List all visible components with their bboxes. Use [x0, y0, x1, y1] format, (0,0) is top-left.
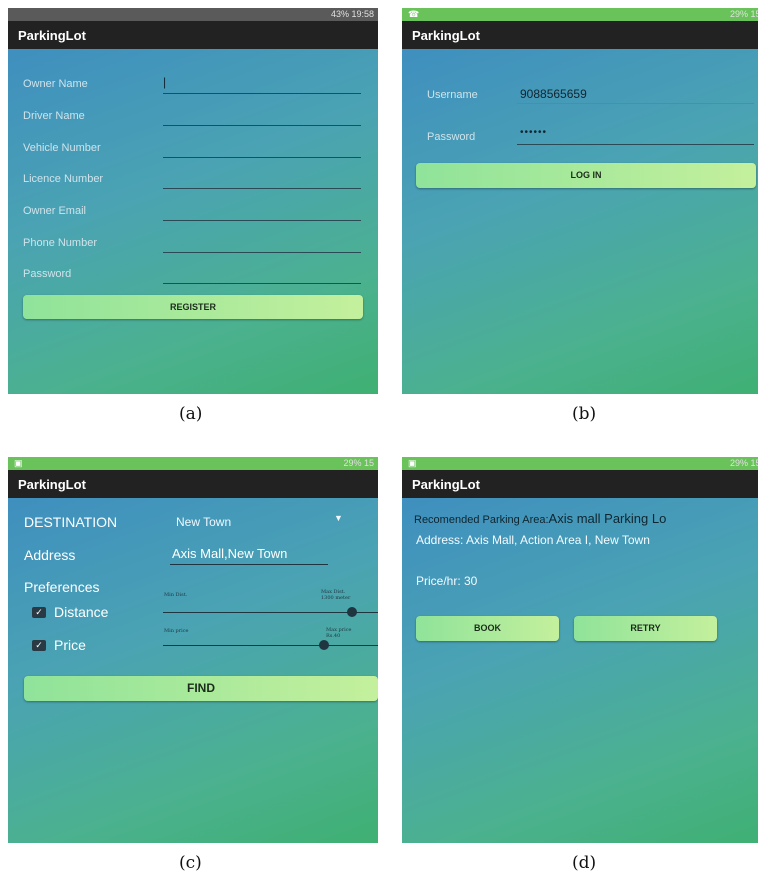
dropdown-arrow-icon[interactable]: ▼ — [334, 513, 343, 523]
max-dist-value: 1300 meter — [321, 595, 351, 601]
address-label: Address — [24, 547, 76, 563]
register-form: Owner Name | Driver Name Vehicle Number … — [8, 49, 378, 394]
address-text: Address: Axis Mall, Action Area I, New T… — [416, 533, 650, 547]
register-button[interactable]: REGISTER — [23, 295, 363, 319]
password-label: Password — [427, 131, 476, 143]
password-field[interactable]: •••••• — [520, 127, 547, 138]
destination-label: DESTINATION — [24, 514, 118, 530]
licence-number-field[interactable] — [163, 188, 361, 189]
status-bar: ▣ 29% 15:5 — [402, 457, 758, 470]
app-bar: ParkingLot — [8, 470, 378, 498]
price-checkbox[interactable]: ✓ — [32, 640, 46, 651]
status-text: 29% 15:5 — [729, 458, 758, 468]
password-label: Password — [23, 268, 72, 280]
distance-label: Distance — [54, 604, 109, 620]
price-slider[interactable] — [163, 645, 378, 646]
app-title: ParkingLot — [412, 28, 480, 43]
phone-call-icon: ☎ — [408, 9, 420, 19]
app-title: ParkingLot — [18, 28, 86, 43]
password-field[interactable] — [163, 283, 361, 284]
username-field[interactable]: 9088565659 — [520, 87, 587, 101]
app-bar: ParkingLot — [402, 470, 758, 498]
vehicle-number-field[interactable] — [163, 157, 361, 158]
price-label: Price — [54, 637, 86, 653]
owner-email-field[interactable] — [163, 220, 361, 221]
search-screen: ▣ 29% 15 ParkingLot DESTINATION New Town… — [8, 457, 378, 843]
caption-c: (c) — [179, 853, 202, 873]
status-text: 29% 15 — [343, 458, 374, 468]
result-details: Recomended Parking Area:Axis mall Parkin… — [402, 498, 758, 843]
phone-number-label: Phone Number — [23, 237, 97, 249]
status-bar: ☎ 29% 15:5 — [402, 8, 758, 21]
status-text: 43% 19:58 — [330, 9, 374, 19]
owner-email-label: Owner Email — [23, 205, 86, 217]
caption-a: (a) — [179, 404, 203, 424]
max-price-value: Rs.40 — [326, 633, 341, 639]
login-screen: ☎ 29% 15:5 ParkingLot Username 908856565… — [402, 8, 758, 394]
status-text: 29% 15:5 — [729, 9, 758, 19]
owner-name-field[interactable]: | — [163, 75, 166, 89]
retry-button[interactable]: RETRY — [574, 616, 717, 641]
phone-number-field[interactable] — [163, 252, 361, 253]
vehicle-number-label: Vehicle Number — [23, 142, 101, 154]
owner-name-underline[interactable] — [163, 93, 361, 94]
image-icon: ▣ — [14, 458, 23, 468]
recommended-label: Recomended Parking Area: — [414, 514, 549, 526]
destination-select[interactable]: New Town — [176, 515, 231, 529]
price-text: Price/hr: 30 — [416, 574, 478, 588]
register-screen: 43% 19:58 ParkingLot Owner Name | Driver… — [8, 8, 378, 394]
image-icon: ▣ — [408, 458, 417, 468]
distance-checkbox[interactable]: ✓ — [32, 607, 46, 618]
price-slider-thumb[interactable] — [319, 640, 330, 650]
app-title: ParkingLot — [412, 477, 480, 492]
search-form: DESTINATION New Town ▼ Address Axis Mall… — [8, 498, 378, 843]
status-bar: 43% 19:58 — [8, 8, 378, 21]
recommended-value: Axis mall Parking Lo — [548, 511, 667, 526]
address-underline[interactable] — [170, 564, 328, 565]
book-button[interactable]: BOOK — [416, 616, 559, 641]
status-bar: ▣ 29% 15 — [8, 457, 378, 470]
distance-slider[interactable] — [163, 612, 378, 613]
username-label: Username — [427, 89, 478, 101]
driver-name-label: Driver Name — [23, 110, 85, 122]
recommended-area: Recomended Parking Area:Axis mall Parkin… — [414, 510, 666, 528]
app-bar: ParkingLot — [8, 21, 378, 49]
password-underline[interactable] — [517, 144, 754, 145]
username-underline[interactable] — [517, 103, 754, 104]
caption-b: (b) — [572, 404, 597, 424]
min-dist-label: Min Dist. — [164, 592, 188, 598]
find-button[interactable]: FIND — [24, 676, 378, 701]
min-price-label: Min price — [164, 628, 189, 634]
app-bar: ParkingLot — [402, 21, 758, 49]
distance-slider-thumb[interactable] — [347, 607, 358, 617]
login-button[interactable]: LOG IN — [416, 163, 756, 188]
licence-number-label: Licence Number — [23, 173, 104, 185]
driver-name-field[interactable] — [163, 125, 361, 126]
owner-name-label: Owner Name — [23, 78, 88, 90]
preferences-label: Preferences — [24, 579, 100, 595]
login-form: Username 9088565659 Password •••••• LOG … — [402, 49, 758, 394]
result-screen: ▣ 29% 15:5 ParkingLot Recomended Parking… — [402, 457, 758, 843]
app-title: ParkingLot — [18, 477, 86, 492]
caption-d: (d) — [572, 853, 597, 873]
address-field[interactable]: Axis Mall,New Town — [172, 546, 287, 561]
